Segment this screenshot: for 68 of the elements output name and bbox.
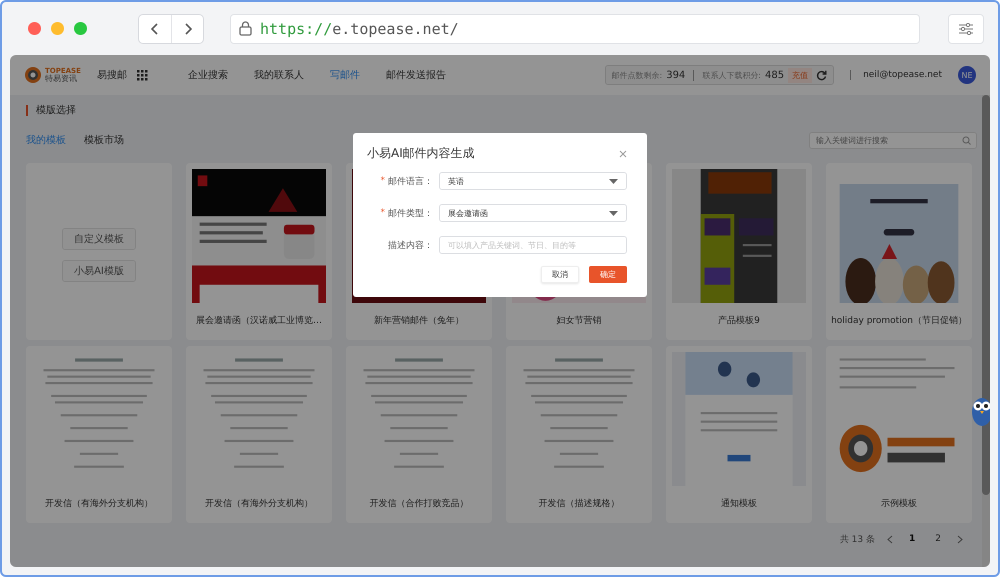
template-card[interactable]: 开发信（有海外分支机构） — [186, 346, 332, 523]
template-title: 新年营销邮件（兔年） — [374, 314, 464, 327]
app-name: 易搜邮 — [96, 68, 127, 82]
search-icon[interactable] — [962, 136, 971, 144]
dialog-title: 小易AI邮件内容生成 — [367, 145, 475, 162]
template-card[interactable]: holiday promotion（节日促销） — [826, 163, 972, 340]
user-avatar[interactable]: NE — [958, 66, 976, 84]
field-label: 描述内容： — [388, 240, 433, 252]
template-card[interactable]: 产品模板9 — [666, 163, 812, 340]
lock-icon — [239, 21, 252, 36]
template-card[interactable]: 示例模板 — [826, 346, 972, 523]
select-field[interactable]: 展会邀请函 — [439, 204, 627, 222]
logo-subtitle: 特易资讯 — [45, 74, 78, 82]
quota-label: 邮件点数剩余: — [612, 70, 662, 80]
page-button[interactable]: 1 — [905, 534, 920, 544]
user-email[interactable]: neil@topease.net — [850, 70, 942, 80]
template-title: 示例模板 — [881, 498, 917, 510]
template-card[interactable]: 开发信（描述规格） — [506, 346, 652, 523]
page-button[interactable]: 2 — [931, 534, 945, 544]
close-button[interactable] — [619, 150, 627, 158]
sliders-icon[interactable] — [958, 22, 974, 34]
template-title: 开发信（有海外分支机构） — [205, 498, 313, 510]
field-label: 邮件语言： — [388, 176, 433, 188]
input-field[interactable]: 可以填入产品关键词、节日、目的等 — [439, 236, 627, 254]
create-template-button[interactable]: 自定义模板 — [62, 228, 136, 250]
next-page-button[interactable] — [957, 534, 963, 544]
apps-grid-icon[interactable] — [136, 70, 148, 80]
caret-icon — [609, 178, 618, 184]
select-field[interactable]: 英语 — [439, 172, 627, 190]
template-title: 开发信（描述规格） — [538, 498, 620, 510]
section-title: 模版选择 — [36, 104, 76, 117]
create-template-button[interactable]: 小易AI模版 — [62, 260, 136, 282]
scrollbar-thumb[interactable] — [982, 95, 990, 495]
search-field[interactable]: 输入关键词进行搜索 — [809, 132, 977, 148]
url-text: https://e.topease.net/ — [260, 20, 459, 38]
field-label: 邮件类型： — [388, 208, 433, 220]
settings-button[interactable] — [948, 14, 984, 44]
chevron-right-icon[interactable] — [184, 22, 192, 34]
template-title: 展会邀请函（汉诺威工业博览… — [196, 314, 322, 327]
logo-icon — [24, 66, 42, 84]
nav-tab[interactable]: 邮件发送报告 — [386, 68, 446, 82]
template-title: 开发信（合作打败竞品） — [370, 498, 468, 510]
template-title: 妇女节营销 — [556, 314, 602, 327]
caret-icon — [609, 210, 618, 216]
quota-value: 394 — [666, 70, 686, 80]
template-card[interactable]: 开发信（有海外分支机构） — [26, 346, 172, 523]
template-title: 产品模板9 — [718, 314, 760, 327]
required-mark: * — [380, 176, 385, 186]
template-title: holiday promotion（节日促销） — [831, 314, 967, 327]
confirm-button[interactable]: 确定 — [589, 266, 627, 283]
close-window-icon[interactable] — [28, 22, 41, 35]
template-tab[interactable]: 模板市场 — [84, 133, 124, 147]
quota-label: 联系人下载积分: — [702, 70, 761, 80]
quota-value: 485 — [765, 70, 784, 80]
template-card[interactable]: 通知模板 — [666, 346, 812, 523]
nav-tab[interactable]: 我的联系人 — [254, 68, 304, 82]
required-mark: * — [380, 208, 385, 218]
template-title: 开发信（有海外分支机构） — [45, 498, 153, 510]
template-title: 通知模板 — [721, 498, 757, 510]
previous-page-button[interactable] — [887, 534, 893, 544]
cancel-button[interactable]: 取消 — [541, 266, 579, 283]
nav-tab[interactable]: 企业搜索 — [188, 68, 228, 82]
address-bar[interactable]: https://e.topease.net/ — [230, 14, 920, 44]
refresh-icon[interactable] — [816, 70, 828, 80]
chevron-left-icon[interactable] — [151, 22, 159, 34]
template-card[interactable]: 开发信（合作打败竞品） — [346, 346, 492, 523]
total-count: 共 13 条 — [840, 534, 875, 546]
template-card[interactable]: 展会邀请函（汉诺威工业博览… — [186, 163, 332, 340]
